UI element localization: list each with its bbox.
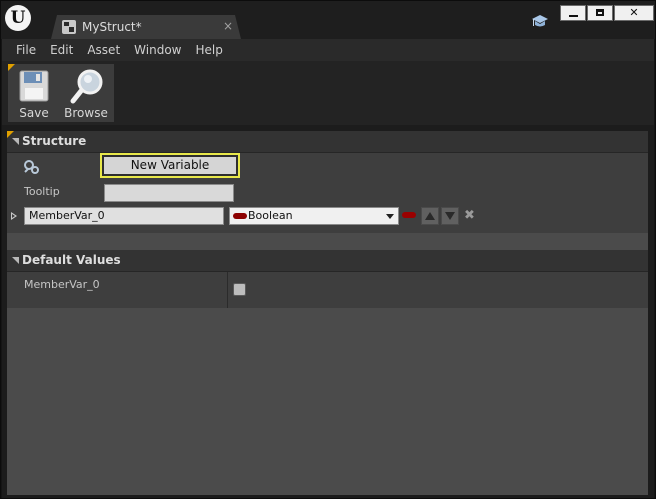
move-up-icon bbox=[425, 212, 435, 220]
new-variable-label: New Variable bbox=[104, 157, 236, 174]
details-content: Structure New Variable Tooltip MemberVar… bbox=[2, 125, 654, 498]
member-name-input[interactable]: MemberVar_0 bbox=[24, 207, 224, 225]
move-down-button[interactable] bbox=[441, 207, 459, 225]
collapse-arrow-icon bbox=[12, 138, 19, 145]
save-button[interactable]: Save bbox=[8, 64, 60, 122]
browse-button[interactable]: Browse bbox=[60, 64, 112, 122]
move-up-button[interactable] bbox=[421, 207, 439, 225]
default-member-label: MemberVar_0 bbox=[24, 278, 100, 291]
column-divider[interactable] bbox=[227, 272, 228, 308]
minimize-button[interactable] bbox=[560, 5, 586, 21]
structure-title: Structure bbox=[22, 134, 87, 148]
default-values-title: Default Values bbox=[22, 253, 121, 267]
expand-arrow-icon[interactable] bbox=[11, 212, 17, 220]
minimize-icon bbox=[569, 15, 578, 17]
maximize-button[interactable] bbox=[587, 5, 613, 21]
member-type-value: Boolean bbox=[248, 209, 293, 222]
collapse-arrow-icon bbox=[12, 257, 19, 264]
menu-edit[interactable]: Edit bbox=[43, 39, 80, 61]
graduation-cap-icon[interactable] bbox=[531, 13, 549, 29]
structure-header[interactable]: Structure bbox=[7, 131, 648, 153]
menu-help[interactable]: Help bbox=[188, 39, 229, 61]
unreal-logo-icon[interactable]: U bbox=[5, 5, 31, 31]
browse-label: Browse bbox=[64, 106, 108, 120]
default-values-body bbox=[7, 272, 648, 308]
close-button[interactable]: ✕ bbox=[614, 5, 654, 21]
toolbar-area: Save Browse bbox=[2, 61, 654, 125]
save-label: Save bbox=[19, 106, 49, 120]
menu-window[interactable]: Window bbox=[127, 39, 188, 61]
editor-window: U MyStruct* × ✕ File Edit Asset Window H… bbox=[0, 0, 656, 499]
struct-icon bbox=[62, 20, 76, 34]
remove-icon[interactable]: ✖ bbox=[464, 207, 475, 225]
tooltip-label: Tooltip bbox=[24, 185, 60, 198]
chevron-down-icon bbox=[386, 214, 394, 219]
default-member-checkbox[interactable] bbox=[233, 283, 246, 296]
title-bar: U MyStruct* × ✕ bbox=[1, 1, 655, 39]
default-values-header[interactable]: Default Values bbox=[7, 250, 648, 272]
member-type-dropdown[interactable]: Boolean bbox=[229, 207, 399, 225]
document-tab[interactable]: MyStruct* × bbox=[51, 15, 241, 39]
menu-file[interactable]: File bbox=[9, 39, 43, 61]
variable-icon bbox=[24, 160, 39, 174]
bool-pin-icon bbox=[233, 213, 247, 219]
toolbar: Save Browse bbox=[8, 64, 114, 122]
details-panel: Structure New Variable Tooltip MemberVar… bbox=[7, 131, 648, 495]
tooltip-input[interactable] bbox=[104, 184, 234, 202]
browse-icon bbox=[70, 69, 103, 104]
section-corner-mark bbox=[7, 131, 14, 138]
container-pin-icon[interactable] bbox=[402, 212, 416, 218]
menu-asset[interactable]: Asset bbox=[80, 39, 127, 61]
menu-bar: File Edit Asset Window Help bbox=[2, 39, 654, 61]
tab-title: MyStruct* bbox=[82, 20, 142, 34]
save-icon bbox=[19, 70, 49, 102]
maximize-icon bbox=[596, 9, 604, 16]
tab-close-button[interactable]: × bbox=[223, 19, 233, 33]
move-down-icon bbox=[445, 212, 455, 220]
window-controls: ✕ bbox=[560, 5, 654, 21]
close-icon: ✕ bbox=[629, 6, 639, 19]
new-variable-button[interactable]: New Variable bbox=[100, 153, 240, 178]
